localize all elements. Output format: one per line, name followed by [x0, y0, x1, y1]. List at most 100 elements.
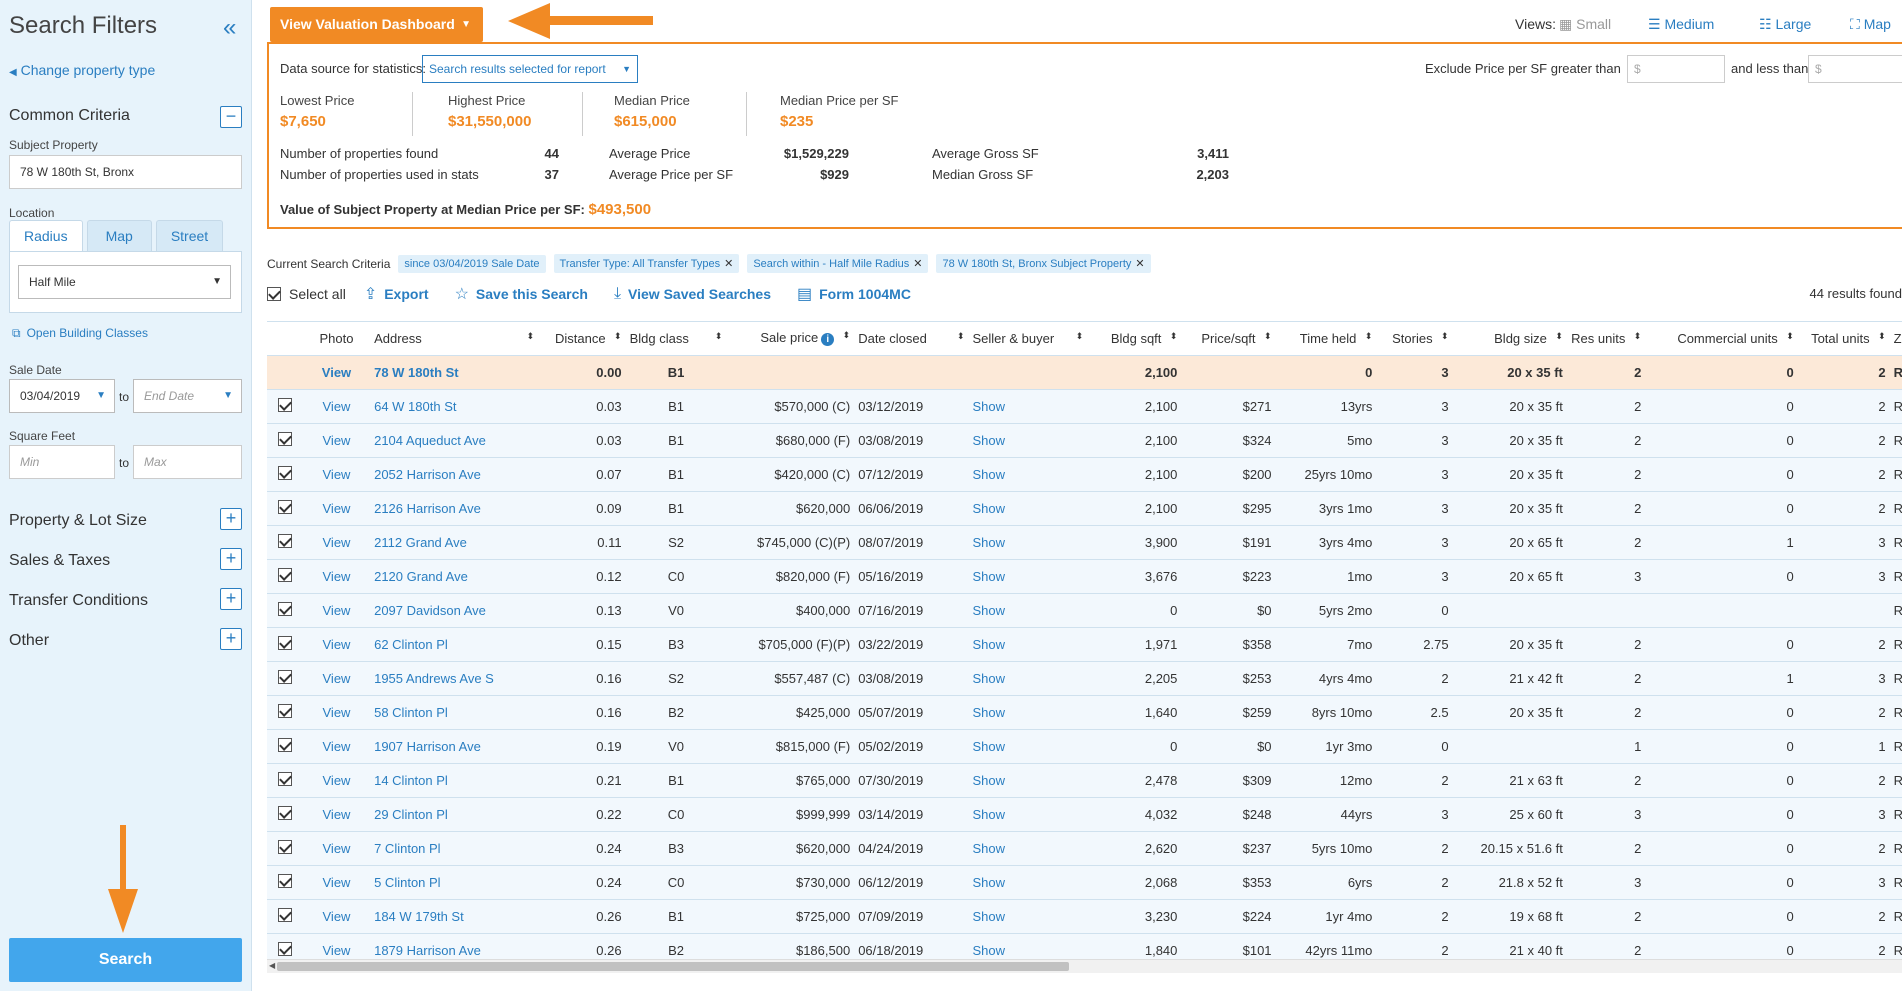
column-header[interactable]: Bldg sqft ⬍ [1087, 322, 1182, 356]
view-photo-link[interactable]: View [302, 491, 371, 526]
row-checkbox[interactable] [267, 695, 303, 730]
change-property-type-link[interactable]: ◀ Change property type [9, 62, 155, 78]
row-checkbox[interactable] [267, 831, 303, 866]
column-header[interactable]: Stories ⬍ [1376, 322, 1453, 356]
view-photo-link[interactable]: View [302, 797, 371, 832]
row-checkbox[interactable] [267, 423, 303, 458]
sort-icon[interactable]: ⬍ [1634, 331, 1642, 342]
column-header[interactable]: Price/sqft ⬍ [1181, 322, 1276, 356]
view-photo-link[interactable]: View [302, 831, 371, 866]
view-photo-link[interactable]: View [302, 627, 371, 662]
view-photo-link[interactable]: View [302, 763, 371, 798]
view-photo-link[interactable]: View [302, 423, 371, 458]
export-button[interactable]: ⇪ Export [364, 284, 429, 304]
view-small-option[interactable]: ▦ Small [1559, 16, 1611, 33]
row-checkbox[interactable] [267, 491, 303, 526]
column-header[interactable]: Res units ⬍ [1566, 322, 1646, 356]
expand-sales-taxes-button[interactable]: + [220, 548, 242, 570]
view-photo-link[interactable]: View [302, 933, 371, 960]
scroll-left-icon[interactable]: ◀ [269, 961, 275, 970]
address-link[interactable]: 2097 Davidson Ave [370, 593, 539, 628]
info-icon[interactable]: i [821, 333, 835, 347]
row-checkbox[interactable] [267, 763, 303, 798]
row-checkbox[interactable] [267, 661, 303, 696]
row-checkbox[interactable] [267, 729, 303, 764]
view-photo-link[interactable]: View [302, 559, 371, 594]
view-map-option[interactable]: ⛶ Map [1850, 16, 1891, 33]
expand-property-lot-size-button[interactable]: + [220, 508, 242, 530]
subject-property-input[interactable]: 78 W 180th St, Bronx [9, 155, 242, 189]
collapse-sidebar-icon[interactable]: « [223, 14, 237, 42]
address-link[interactable]: 2052 Harrison Ave [370, 457, 539, 492]
view-valuation-dashboard-button[interactable]: View Valuation Dashboard ▼ [270, 7, 483, 42]
sort-icon[interactable]: ⬍ [1878, 331, 1886, 342]
tab-street[interactable]: Street [155, 220, 224, 251]
seller-buyer-link[interactable]: Show [968, 627, 1088, 662]
remove-chip-icon[interactable]: ✕ [1135, 258, 1144, 270]
criteria-chip[interactable]: 78 W 180th St, Bronx Subject Property ✕ [936, 254, 1151, 273]
seller-buyer-link[interactable]: Show [968, 729, 1088, 764]
remove-chip-icon[interactable]: ✕ [913, 258, 922, 270]
address-link[interactable]: 2126 Harrison Ave [370, 491, 539, 526]
address-link[interactable]: 78 W 180th St [370, 355, 539, 390]
sort-icon[interactable]: ⬍ [1441, 331, 1449, 342]
select-all-checkbox[interactable]: Select all [267, 286, 346, 302]
address-link[interactable]: 14 Clinton Pl [370, 763, 539, 798]
row-checkbox[interactable] [267, 525, 303, 560]
criteria-chip[interactable]: Transfer Type: All Transfer Types ✕ [553, 254, 740, 273]
seller-buyer-link[interactable]: Show [968, 797, 1088, 832]
view-photo-link[interactable]: View [302, 729, 371, 764]
seller-buyer-link[interactable]: Show [968, 695, 1088, 730]
save-search-button[interactable]: ☆ Save this Search [455, 284, 588, 304]
seller-buyer-link[interactable]: Show [968, 559, 1088, 594]
seller-buyer-link[interactable]: Show [968, 831, 1088, 866]
sort-icon[interactable]: ⬍ [1555, 331, 1563, 342]
sort-icon[interactable]: ⬍ [1786, 331, 1794, 342]
row-checkbox[interactable] [267, 933, 303, 960]
row-checkbox[interactable] [267, 457, 303, 492]
column-header[interactable]: Bldg size ⬍ [1452, 322, 1567, 356]
sort-icon[interactable]: ⬍ [843, 330, 851, 341]
address-link[interactable]: 58 Clinton Pl [370, 695, 539, 730]
seller-buyer-link[interactable]: Show [968, 661, 1088, 696]
criteria-chip[interactable]: Search within - Half Mile Radius ✕ [747, 254, 929, 273]
seller-buyer-link[interactable]: Show [968, 525, 1088, 560]
seller-buyer-link[interactable]: Show [968, 865, 1088, 900]
column-header[interactable]: Address ⬍ [370, 322, 539, 356]
address-link[interactable]: 29 Clinton Pl [370, 797, 539, 832]
column-header[interactable]: Seller & buyer ⬍ [968, 322, 1088, 356]
column-header[interactable]: Zoning⬍ [1889, 322, 1902, 356]
tab-radius[interactable]: Radius [9, 220, 83, 251]
address-link[interactable]: 2104 Aqueduct Ave [370, 423, 539, 458]
data-source-select[interactable]: Search results selected for report ▼ [422, 55, 638, 83]
address-link[interactable]: 2120 Grand Ave [370, 559, 539, 594]
sort-icon[interactable]: ⬍ [1365, 331, 1373, 342]
form-1004mc-button[interactable]: ▤ Form 1004MC [797, 284, 911, 304]
sort-icon[interactable]: ⬍ [957, 331, 965, 342]
row-checkbox[interactable] [267, 389, 303, 424]
address-link[interactable]: 62 Clinton Pl [370, 627, 539, 662]
scrollbar-thumb[interactable] [277, 962, 1069, 971]
criteria-chip[interactable]: since 03/04/2019 Sale Date [398, 254, 546, 273]
address-link[interactable]: 2112 Grand Ave [370, 525, 539, 560]
seller-buyer-link[interactable]: Show [968, 457, 1088, 492]
address-link[interactable]: 1879 Harrison Ave [370, 933, 539, 960]
column-header[interactable]: Commercial units ⬍ [1645, 322, 1798, 356]
sort-icon[interactable]: ⬍ [715, 331, 723, 342]
address-link[interactable]: 64 W 180th St [370, 389, 539, 424]
view-photo-link[interactable]: View [302, 899, 371, 934]
view-photo-link[interactable]: View [302, 355, 371, 390]
address-link[interactable]: 1955 Andrews Ave S [370, 661, 539, 696]
sale-date-end-input[interactable]: End Date ▼ [133, 379, 242, 413]
expand-other-button[interactable]: + [220, 628, 242, 650]
row-checkbox[interactable] [267, 627, 303, 662]
sort-icon[interactable]: ⬍ [614, 331, 622, 342]
view-medium-option[interactable]: ☰ Medium [1648, 16, 1714, 33]
exclude-greater-than-input[interactable]: $ [1627, 55, 1725, 83]
view-photo-link[interactable]: View [302, 661, 371, 696]
column-header[interactable]: Distance ⬍ [538, 322, 626, 356]
address-link[interactable]: 7 Clinton Pl [370, 831, 539, 866]
sort-icon[interactable]: ⬍ [1264, 331, 1272, 342]
collapse-common-criteria-button[interactable]: − [220, 106, 242, 128]
expand-transfer-conditions-button[interactable]: + [220, 588, 242, 610]
